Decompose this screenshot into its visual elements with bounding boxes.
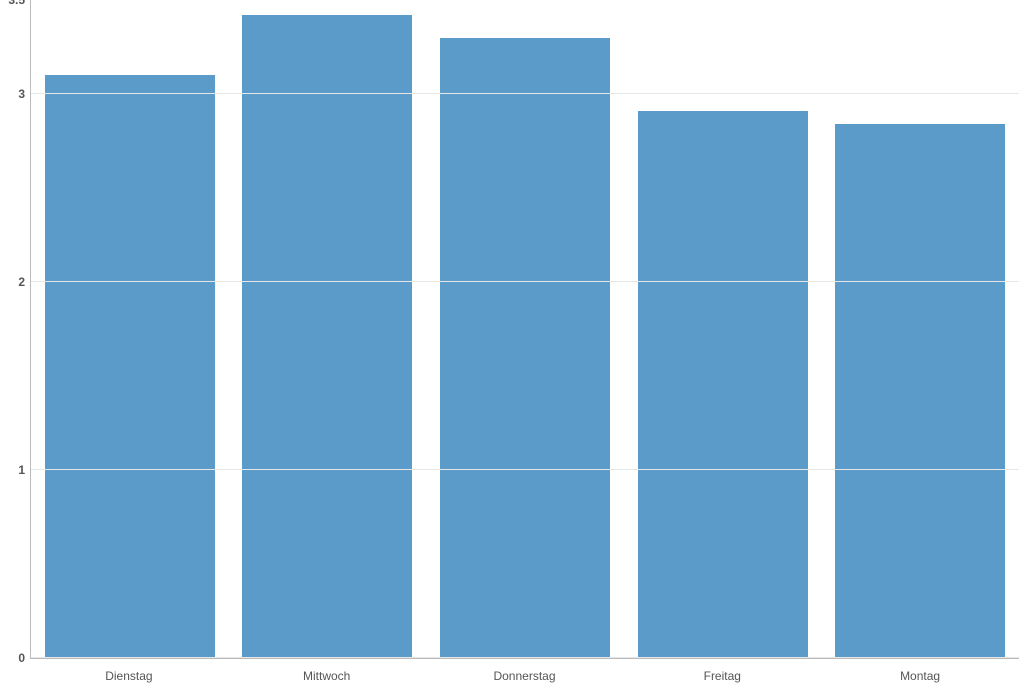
chart-plot-area: 01233.5 <box>30 0 1019 659</box>
x-tick-label: Mittwoch <box>228 659 426 699</box>
bar-slot <box>624 0 822 658</box>
y-tick-label: 3 <box>18 87 25 101</box>
bar-slot <box>821 0 1019 658</box>
bar-slot <box>31 0 229 658</box>
x-tick-label: Freitag <box>623 659 821 699</box>
bar[interactable] <box>440 38 610 658</box>
bar[interactable] <box>638 111 808 658</box>
x-tick-label: Montag <box>821 659 1019 699</box>
bar-slot <box>229 0 427 658</box>
gridline <box>31 281 1019 282</box>
bar-slot <box>426 0 624 658</box>
y-tick-label: 2 <box>18 275 25 289</box>
gridline <box>31 93 1019 94</box>
bar[interactable] <box>835 124 1005 658</box>
bars-group <box>31 0 1019 658</box>
y-tick-label: 0 <box>18 651 25 665</box>
plot-area: 01233.5 <box>30 0 1019 659</box>
x-tick-label: Donnerstag <box>426 659 624 699</box>
gridline <box>31 469 1019 470</box>
x-axis-labels: DienstagMittwochDonnerstagFreitagMontag <box>30 659 1019 699</box>
bar[interactable] <box>242 15 412 658</box>
gridline <box>31 657 1019 658</box>
x-tick-label: Dienstag <box>30 659 228 699</box>
y-tick-label: 1 <box>18 463 25 477</box>
bar[interactable] <box>45 75 215 658</box>
y-tick-label: 3.5 <box>8 0 25 7</box>
